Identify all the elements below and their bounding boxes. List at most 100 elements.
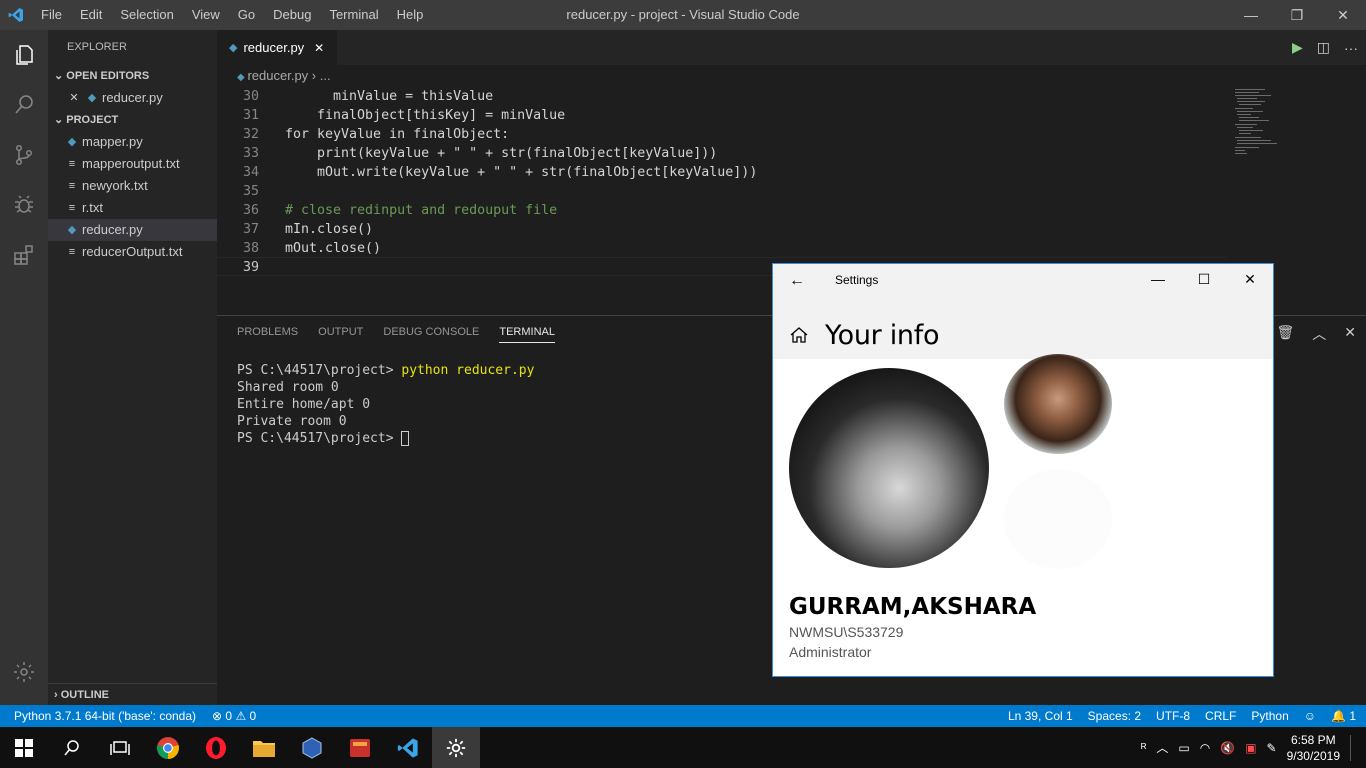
explorer-icon[interactable] [0, 30, 48, 80]
chevron-down-icon: ⌄ [54, 70, 67, 82]
more-actions-icon[interactable]: ··· [1344, 40, 1358, 56]
settings-minimize-button[interactable]: — [1135, 264, 1181, 294]
page-title: Your info [825, 320, 940, 351]
notifications[interactable]: 🔔 1 [1331, 709, 1356, 723]
opera-icon[interactable] [192, 727, 240, 768]
source-control-icon[interactable] [0, 130, 48, 180]
editor-tabs: ◆ reducer.py ✕ ▶ ◫ ··· [217, 30, 1366, 65]
language-mode[interactable]: Python [1251, 709, 1288, 723]
tab-problems[interactable]: PROBLEMS [237, 326, 298, 343]
settings-maximize-button[interactable]: ☐ [1181, 264, 1227, 294]
settings-close-button[interactable]: ✕ [1227, 264, 1273, 294]
tab-close-icon[interactable]: ✕ [314, 41, 324, 55]
task-view-icon[interactable] [96, 727, 144, 768]
line-ending[interactable]: CRLF [1205, 709, 1236, 723]
problems-indicator[interactable]: ⊗ 0 ⚠ 0 [212, 709, 256, 723]
encoding[interactable]: UTF-8 [1156, 709, 1190, 723]
tab-reducer-py[interactable]: ◆ reducer.py ✕ [217, 30, 337, 65]
error-icon: ⊗ [212, 709, 226, 723]
open-editor-item[interactable]: ✕ ◆ reducer.py [48, 87, 217, 109]
chevron-down-icon: ⌄ [54, 114, 67, 126]
user-name: GURRAM,AKSHARA [789, 594, 1037, 620]
line-number: 33 [242, 146, 259, 161]
outline-section[interactable]: › OUTLINE [48, 683, 217, 705]
file-label: reducer.py [82, 222, 143, 237]
extensions-icon[interactable] [0, 230, 48, 280]
file-item[interactable]: ≡ newyork.txt [48, 175, 217, 197]
breadcrumb-more[interactable]: ... [320, 68, 331, 83]
split-editor-icon[interactable]: ◫ [1317, 39, 1330, 56]
python-icon: ◆ [237, 72, 248, 83]
back-arrow-icon[interactable]: ← [789, 272, 805, 290]
error-count: 0 [225, 709, 233, 723]
open-editor-label: reducer.py [102, 90, 163, 105]
indentation[interactable]: Spaces: 2 [1088, 709, 1141, 723]
start-icon[interactable] [0, 727, 48, 768]
menu-view[interactable]: View [183, 0, 229, 30]
close-icon[interactable]: ✕ [66, 87, 82, 109]
home-icon[interactable] [789, 325, 809, 350]
file-label: newyork.txt [82, 178, 148, 193]
python-icon: ◆ [67, 136, 77, 148]
menu-terminal[interactable]: Terminal [320, 0, 387, 30]
close-button[interactable]: ✕ [1320, 0, 1366, 30]
chevron-up-icon[interactable]: ︿ [1156, 739, 1168, 756]
manage-gear-icon[interactable] [0, 647, 48, 697]
debug-icon[interactable] [0, 180, 48, 230]
python-interpreter[interactable]: Python 3.7.1 64-bit ('base': conda) [14, 709, 196, 723]
tab-debug-console[interactable]: DEBUG CONSOLE [383, 326, 479, 343]
alternate-avatar[interactable] [1004, 354, 1112, 454]
menu-debug[interactable]: Debug [264, 0, 320, 30]
tab-output[interactable]: OUTPUT [318, 326, 363, 343]
line-text: mOut.close() [285, 241, 382, 256]
notification-count: 1 [1349, 709, 1356, 723]
file-item[interactable]: ≡ mapperoutput.txt [48, 153, 217, 175]
text-file-icon: ≡ [68, 246, 76, 258]
file-explorer-icon[interactable] [240, 727, 288, 768]
menu-help[interactable]: Help [388, 0, 433, 30]
restore-button[interactable]: ❐ [1274, 0, 1320, 30]
tab-terminal[interactable]: TERMINAL [499, 326, 555, 343]
file-item[interactable]: ≡ r.txt [48, 197, 217, 219]
virtualbox-icon[interactable] [288, 727, 336, 768]
minimap[interactable] [1233, 87, 1293, 167]
project-section[interactable]: ⌄ PROJECT [48, 109, 217, 131]
settings-icon[interactable] [432, 727, 480, 768]
trash-icon[interactable]: 🗑 [1276, 324, 1294, 344]
minimize-button[interactable]: — [1228, 0, 1274, 30]
menu-go[interactable]: Go [229, 0, 264, 30]
tray-app-icon[interactable]: ▣ [1245, 741, 1256, 755]
search-icon[interactable] [48, 727, 96, 768]
file-item-selected[interactable]: ◆ reducer.py [48, 219, 217, 241]
file-item[interactable]: ≡ reducerOutput.txt [48, 241, 217, 263]
cursor-position[interactable]: Ln 39, Col 1 [1008, 709, 1073, 723]
search-icon[interactable] [0, 80, 48, 130]
tab-label: reducer.py [243, 40, 305, 55]
pen-icon[interactable]: ✎ [1267, 741, 1277, 755]
feedback-smiley-icon[interactable]: ☺ [1304, 709, 1316, 723]
clock[interactable]: 6:58 PM 9/30/2019 [1287, 732, 1340, 764]
menu-selection[interactable]: Selection [111, 0, 182, 30]
run-icon[interactable]: ▶ [1292, 39, 1303, 56]
file-item[interactable]: ◆ mapper.py [48, 131, 217, 153]
app-icon[interactable] [336, 727, 384, 768]
menu-edit[interactable]: Edit [71, 0, 111, 30]
terminal-prompt: PS C:\44517\project> [237, 363, 402, 378]
people-icon[interactable]: ᴿ [1141, 741, 1146, 755]
breadcrumb-file[interactable]: reducer.py [247, 68, 308, 83]
chevron-up-icon[interactable]: ︿ [1312, 324, 1326, 344]
action-center-icon[interactable] [1350, 734, 1356, 761]
chrome-icon[interactable] [144, 727, 192, 768]
line-text: mOut.write(keyValue + " " + str(finalObj… [285, 165, 758, 180]
wifi-icon[interactable]: ◠ [1200, 741, 1210, 755]
vscode-icon[interactable] [384, 727, 432, 768]
battery-icon[interactable]: ▭ [1178, 741, 1189, 755]
avatar-placeholder[interactable] [1004, 469, 1112, 569]
terminal[interactable]: PS C:\44517\project> python reducer.py S… [237, 362, 534, 447]
close-panel-icon[interactable]: ✕ [1344, 324, 1356, 344]
volume-muted-icon[interactable]: 🔇 [1220, 741, 1235, 755]
title-bar: File Edit Selection View Go Debug Termin… [0, 0, 1366, 30]
open-editors-section[interactable]: ⌄ OPEN EDITORS [48, 65, 217, 87]
bell-icon: 🔔 [1331, 709, 1346, 723]
menu-file[interactable]: File [32, 0, 71, 30]
